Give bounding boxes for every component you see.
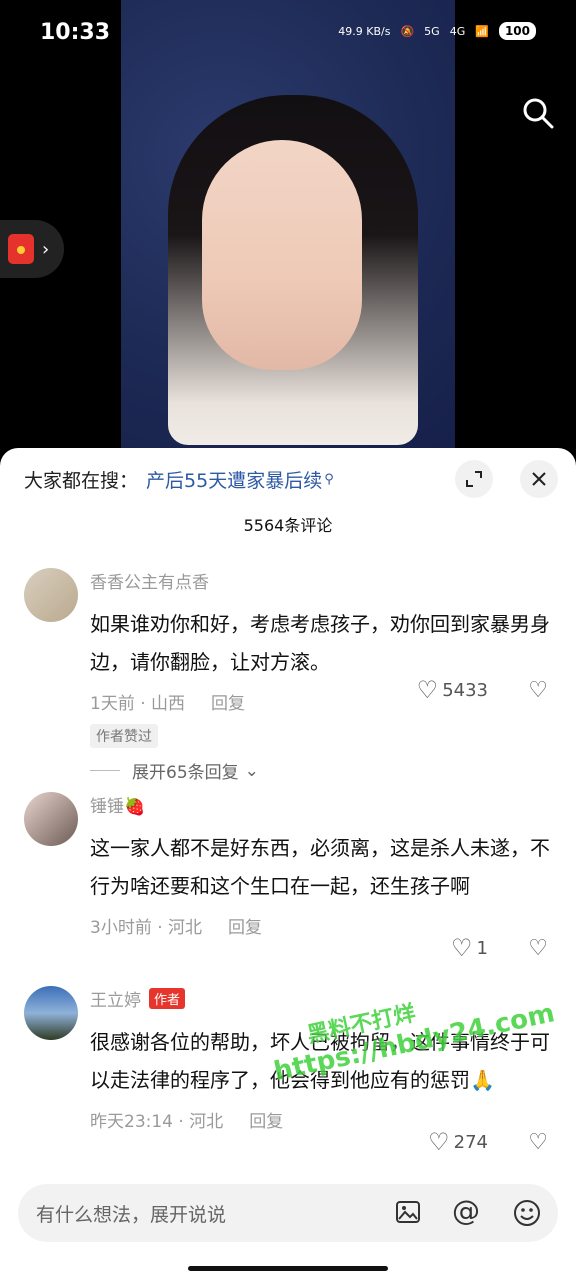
broken-heart-icon: ♡ [528,1130,548,1155]
expand-replies-label: 展开65条回复 [132,763,239,783]
signal-4g: 4G [449,24,466,38]
comment-username[interactable]: 锤锤🍓 [90,792,552,817]
like-button[interactable]: ♡ 1 [451,934,488,962]
like-count: 274 [453,1131,488,1153]
expand-sheet-button[interactable] [455,460,493,498]
home-indicator[interactable] [188,1266,388,1271]
status-bar: 10:33 49.9 KB/s 🔕 5G 4G 📶 100 [0,20,576,50]
avatar[interactable] [24,568,78,622]
video-face [202,140,362,370]
comment-time-location: 1天前 · 山西 [90,694,186,714]
chevron-down-icon: ⌄ [244,760,259,781]
hot-search[interactable]: 大家都在搜： 产后55天遭家暴后续 ⚲ [24,466,334,493]
red-packet-button[interactable]: › [0,220,64,278]
divider [90,770,120,771]
broken-heart-icon: ♡ [528,936,548,961]
comment-text: 如果谁劝你和好，考虑考虑孩子，劝你回到家暴男身边，请你翻脸，让对方滚。 [90,612,550,674]
like-count: 1 [476,937,488,959]
comment-text: 这一家人都不是好东西，必须离，这是杀人未遂，不行为啥还要和这个生口在一起，还生孩… [90,836,550,898]
image-icon[interactable] [394,1198,422,1230]
red-envelope-icon [8,234,34,264]
author-tag: 作者 [149,988,186,1009]
hot-search-prefix: 大家都在搜： [24,470,139,492]
comment-count: 5564条评论 [243,516,333,535]
emoji-icon[interactable] [512,1198,542,1232]
author-liked-badge: 作者赞过 [90,724,158,748]
comment-username[interactable]: 王立婷 [90,986,141,1011]
signal-5g: 5G [424,24,440,38]
expand-replies-button[interactable]: 展开65条回复 ⌄ [90,758,552,783]
broken-heart-icon: ♡ [528,678,548,703]
chevron-right-icon: › [42,238,50,260]
like-button[interactable]: ♡ 5433 [417,676,488,704]
expand-icon [466,471,482,487]
comment-item: 香香公主有点香 如果谁劝你和好，考虑考虑孩子，劝你回到家暴男身边，请你翻脸，让对… [24,568,552,783]
reply-button[interactable]: 回复 [228,913,262,938]
dislike-button[interactable]: ♡ [528,936,548,961]
avatar[interactable] [24,986,78,1040]
dislike-button[interactable]: ♡ [528,678,548,703]
comment-time-location: 昨天23:14 · 河北 [90,1112,224,1132]
status-icons: 49.9 KB/s 🔕 5G 4G 📶 100 [338,22,536,40]
comment-item: 锤锤🍓 这一家人都不是好东西，必须离，这是杀人未遂，不行为啥还要和这个生口在一起… [24,792,552,962]
comment-input-placeholder: 有什么想法，展开说说 [36,1204,227,1226]
close-icon [532,472,546,486]
wifi-icon: 📶 [475,24,489,38]
battery-indicator: 100 [498,22,536,40]
avatar[interactable] [24,792,78,846]
close-button[interactable] [520,460,558,498]
comment-username[interactable]: 香香公主有点香 [90,568,552,593]
reply-button[interactable]: 回复 [249,1107,283,1132]
mention-icon[interactable]: @ [452,1194,480,1227]
reply-button[interactable]: 回复 [211,689,245,714]
net-speed: 49.9 KB/s [338,24,391,38]
mute-icon: 🔕 [400,24,415,38]
comment-time-location: 3小时前 · 河北 [90,918,203,938]
heart-icon: ♡ [428,1128,450,1156]
comment-input[interactable]: 有什么想法，展开说说 @ [18,1184,558,1242]
status-time: 10:33 [40,20,111,45]
heart-icon: ♡ [416,676,439,704]
video-player[interactable] [0,0,576,448]
dislike-button[interactable]: ♡ [528,1130,548,1155]
hot-search-query[interactable]: 产后55天遭家暴后续 [146,466,322,493]
like-button[interactable]: ♡ 274 [428,1128,488,1156]
like-count: 5433 [442,679,488,701]
search-icon[interactable] [520,95,556,131]
heart-icon: ♡ [451,934,473,962]
search-small-icon: ⚲ [324,472,334,487]
